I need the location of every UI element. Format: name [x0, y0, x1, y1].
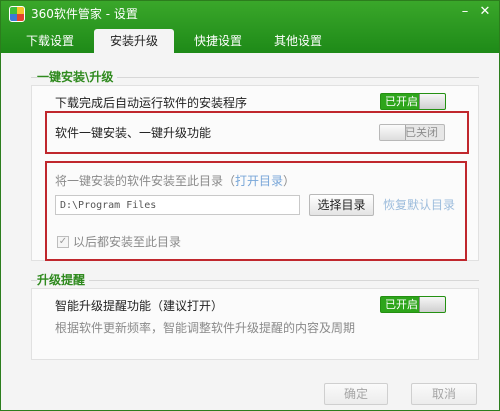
window-title: 360软件管家 - 设置 [31, 7, 138, 21]
toggle-knob [419, 297, 445, 312]
tab-download-settings[interactable]: 下载设置 [11, 29, 89, 53]
tab-bar: 下载设置 安装升级 快捷设置 其他设置 [1, 29, 499, 53]
toggle-knob [380, 125, 406, 140]
hint-suffix: ） [283, 174, 296, 188]
always-install-here-label: 以后都安装至此目录 [73, 235, 182, 249]
tab-shortcut-settings[interactable]: 快捷设置 [179, 29, 257, 53]
smart-reminder-label: 智能升级提醒功能（建议打开） [55, 299, 224, 313]
toggle-state-text: 已开启 [385, 298, 418, 311]
smart-reminder-description: 根据软件更新频率，智能调整软件升级提醒的内容及周期 [55, 321, 356, 335]
open-dir-link[interactable]: 打开目录 [235, 174, 283, 188]
auto-run-toggle[interactable]: 已开启 [380, 93, 446, 110]
cancel-button[interactable]: 取消 [411, 383, 477, 405]
install-section-title: 一键安装\升级 [37, 70, 118, 84]
always-install-here-checkbox[interactable]: ✓ [57, 236, 69, 248]
one-click-toggle[interactable]: 已关闭 [379, 124, 445, 141]
install-dir-input[interactable] [55, 195, 300, 215]
content-area: 一键安装\升级 下载完成后自动运行软件的安装程序 已开启 软件一键安装、一键升级… [1, 53, 499, 410]
close-button[interactable]: ✕ [476, 4, 494, 20]
toggle-state-text: 已开启 [385, 95, 418, 108]
title-bar: 360软件管家 - 设置 – ✕ 下载设置 安装升级 快捷设置 其他设置 [1, 1, 499, 53]
toggle-state-text: 已关闭 [405, 126, 438, 139]
upgrade-section-title: 升级提醒 [37, 273, 90, 287]
settings-window: 360软件管家 - 设置 – ✕ 下载设置 安装升级 快捷设置 其他设置 一键安… [0, 0, 500, 411]
tab-other-settings[interactable]: 其他设置 [259, 29, 337, 53]
app-logo-icon [9, 6, 25, 22]
auto-run-label: 下载完成后自动运行软件的安装程序 [55, 96, 248, 110]
restore-default-dir-link[interactable]: 恢复默认目录 [383, 198, 455, 212]
one-click-label: 软件一键安装、一键升级功能 [55, 126, 212, 140]
toggle-knob [419, 94, 445, 109]
smart-reminder-toggle[interactable]: 已开启 [380, 296, 446, 313]
section-divider [31, 280, 479, 281]
tab-install-upgrade[interactable]: 安装升级 [94, 29, 174, 53]
minimize-button[interactable]: – [456, 4, 474, 20]
install-dir-hint: 将一键安装的软件安装至此目录（打开目录） [55, 174, 295, 188]
choose-dir-button[interactable]: 选择目录 [309, 194, 374, 216]
hint-prefix: 将一键安装的软件安装至此目录（ [55, 174, 236, 188]
ok-button[interactable]: 确定 [324, 383, 388, 405]
